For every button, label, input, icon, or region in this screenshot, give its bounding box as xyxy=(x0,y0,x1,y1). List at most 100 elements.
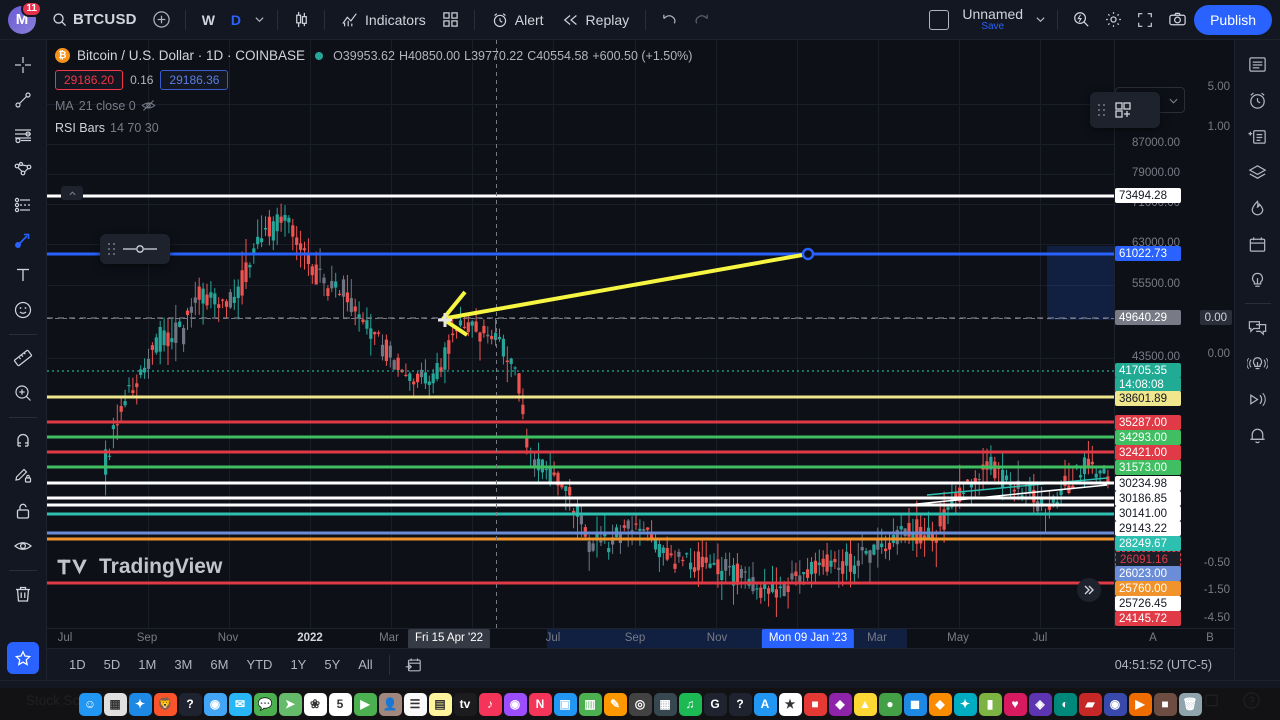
dock-icon-unknown-2[interactable]: ? xyxy=(728,692,752,716)
notification-badge[interactable]: 11 xyxy=(21,0,42,17)
pill-left-value[interactable]: 29186.20 xyxy=(55,70,124,90)
templates-button[interactable] xyxy=(436,6,466,34)
dock-icon-unknown-1[interactable]: ? xyxy=(178,692,202,716)
range-button-1m[interactable]: 1M xyxy=(130,654,164,675)
pitchfork-tool[interactable] xyxy=(5,153,41,187)
dock-icon-extra-13[interactable]: ◉ xyxy=(1103,692,1127,716)
floating-drawing-toolbar[interactable] xyxy=(100,234,170,264)
fullscreen-button[interactable] xyxy=(1130,6,1160,34)
quick-search-button[interactable] xyxy=(1066,6,1096,34)
range-button-ytd[interactable]: YTD xyxy=(238,654,280,675)
drag-handle-icon[interactable] xyxy=(108,243,115,255)
horizontal-lines-tool[interactable] xyxy=(5,118,41,152)
notifications-icon[interactable] xyxy=(1240,417,1276,453)
dock-icon-safari[interactable]: ✦ xyxy=(128,692,152,716)
dock-icon-logitech[interactable]: G xyxy=(703,692,727,716)
dock-icon-extra-8[interactable]: ▮ xyxy=(978,692,1002,716)
dock-icon-extra-15[interactable]: ■ xyxy=(1153,692,1177,716)
stream-icon[interactable] xyxy=(1240,381,1276,417)
interval-dropdown[interactable] xyxy=(249,6,269,34)
add-grid-icon[interactable] xyxy=(1113,100,1133,120)
pane-collapse-button[interactable] xyxy=(61,186,83,200)
price-tag[interactable]: 49640.29 xyxy=(1115,310,1181,325)
hide-drawings-tool[interactable] xyxy=(5,529,41,563)
alert-button[interactable]: Alert xyxy=(483,6,552,34)
snapshot-button[interactable] xyxy=(1162,6,1192,34)
range-button-1d[interactable]: 1D xyxy=(61,654,94,675)
replay-button[interactable]: Replay xyxy=(554,6,638,34)
dock-icon-spotify[interactable]: ♫ xyxy=(678,692,702,716)
price-tag[interactable]: 31573.00 xyxy=(1115,460,1181,475)
dock-icon-preview[interactable]: ◉ xyxy=(203,692,227,716)
hotlist-icon[interactable] xyxy=(1240,190,1276,226)
legend-ma-row[interactable]: MA 21 close 0 xyxy=(55,98,692,113)
dock-icon-tradingview[interactable]: ★ xyxy=(778,692,802,716)
price-tag[interactable]: 30141.00 xyxy=(1115,506,1181,521)
anchor-point-icon[interactable] xyxy=(123,244,157,254)
calendar-icon[interactable] xyxy=(1240,226,1276,262)
chart-area[interactable]: TradingView ₿ Bitcoin / U.S. Dollar · 1D… xyxy=(47,40,1234,648)
range-button-5y[interactable]: 5Y xyxy=(316,654,348,675)
floating-object-toolbar[interactable] xyxy=(1090,92,1160,128)
price-zone[interactable] xyxy=(1047,246,1114,320)
range-button-3m[interactable]: 3M xyxy=(166,654,200,675)
dock-icon-notes[interactable]: ▤ xyxy=(428,692,452,716)
chart-type-button[interactable] xyxy=(286,6,316,34)
redo-button[interactable] xyxy=(686,6,716,34)
time-axis-selected-label[interactable]: Mon 09 Jan '23 xyxy=(761,629,855,648)
dock-icon-mail[interactable]: ✉ xyxy=(228,692,252,716)
price-tag[interactable]: 41705.35 xyxy=(1115,363,1181,378)
range-button-all[interactable]: All xyxy=(350,654,380,675)
measure-tool[interactable] xyxy=(5,341,41,375)
text-tool[interactable] xyxy=(5,258,41,292)
dock-icon-appletv[interactable]: tv xyxy=(453,692,477,716)
drag-handle-icon[interactable] xyxy=(1098,104,1105,116)
price-tag[interactable]: 29143.22 xyxy=(1115,521,1181,536)
price-scale-secondary[interactable]: 5.00 1.00 0.00 -0.50 -1.50 -4.50 0.00 xyxy=(1182,40,1234,628)
dock-icon-extra-1[interactable]: ■ xyxy=(803,692,827,716)
trend-line-tool[interactable] xyxy=(5,83,41,117)
add-symbol-button[interactable] xyxy=(147,6,177,34)
dock-icon-extra-6[interactable]: ◆ xyxy=(928,692,952,716)
chat-icon[interactable] xyxy=(1240,309,1276,345)
notes-icon[interactable] xyxy=(1240,118,1276,154)
legend-title-row[interactable]: ₿ Bitcoin / U.S. Dollar · 1D · COINBASE … xyxy=(55,48,692,63)
price-scale[interactable]: 87000.00 79000.00 71000.00 63000.00 55500.00… xyxy=(1114,40,1182,628)
lock-drawings-tool[interactable] xyxy=(5,494,41,528)
dock-icon-facetime[interactable]: ▶ xyxy=(353,692,377,716)
dock-icon-music[interactable]: ♪ xyxy=(478,692,502,716)
layout-name-button[interactable]: Unnamed Save xyxy=(956,7,1029,32)
dock-icon-calculator[interactable]: ▦ xyxy=(653,692,677,716)
dock-icon-trash[interactable]: 🗑 xyxy=(1178,692,1202,716)
price-tag[interactable]: 14:08:08 xyxy=(1115,377,1181,392)
remove-drawings-tool[interactable] xyxy=(5,577,41,611)
dock-icon-extra-11[interactable]: ◐ xyxy=(1053,692,1077,716)
time-axis[interactable]: Jul Sep Nov 2022 Mar Jul Sep Nov Mar May Jul A B Fri … xyxy=(47,628,1234,648)
dock-icon-calendar[interactable]: 5 xyxy=(328,692,352,716)
price-tag[interactable]: 25760.00 xyxy=(1115,581,1181,596)
legend-rsi-row[interactable]: RSI Bars 14 70 30 xyxy=(55,121,692,135)
layout-dropdown[interactable] xyxy=(1031,6,1049,34)
zoom-in-tool[interactable] xyxy=(5,376,41,410)
dock-icon-contacts[interactable]: 👤 xyxy=(378,692,402,716)
favorites-tool[interactable] xyxy=(7,642,39,674)
chart-clock[interactable]: 04:51:52 (UTC-5) xyxy=(1107,655,1220,675)
range-button-5d[interactable]: 5D xyxy=(96,654,129,675)
symbol-search[interactable]: BTCUSD xyxy=(44,6,145,34)
dock-icon-launchpad[interactable]: ▦ xyxy=(103,692,127,716)
user-avatar[interactable]: M 11 xyxy=(8,0,42,34)
dock-icon-maps[interactable]: ➤ xyxy=(278,692,302,716)
price-tag[interactable]: 34293.00 xyxy=(1115,430,1181,445)
dock-icon-extra-9[interactable]: ♥ xyxy=(1003,692,1027,716)
dock-icon-extra-3[interactable]: ▲ xyxy=(853,692,877,716)
price-tag[interactable]: 32421.00 xyxy=(1115,445,1181,460)
dock-icon-app-store[interactable]: A xyxy=(753,692,777,716)
dock-icon-finder[interactable]: ☺ xyxy=(78,692,102,716)
dock-icon-extra-5[interactable]: ◼ xyxy=(903,692,927,716)
dock-icon-pages[interactable]: ✎ xyxy=(603,692,627,716)
price-tag[interactable]: 30186.85 xyxy=(1115,491,1181,506)
dock-icon-extra-4[interactable]: ● xyxy=(878,692,902,716)
dock-icon-extra-10[interactable]: ◈ xyxy=(1028,692,1052,716)
time-axis-selected-label[interactable]: Fri 15 Apr '22 xyxy=(407,629,491,648)
eye-crossed-icon[interactable] xyxy=(141,98,156,113)
